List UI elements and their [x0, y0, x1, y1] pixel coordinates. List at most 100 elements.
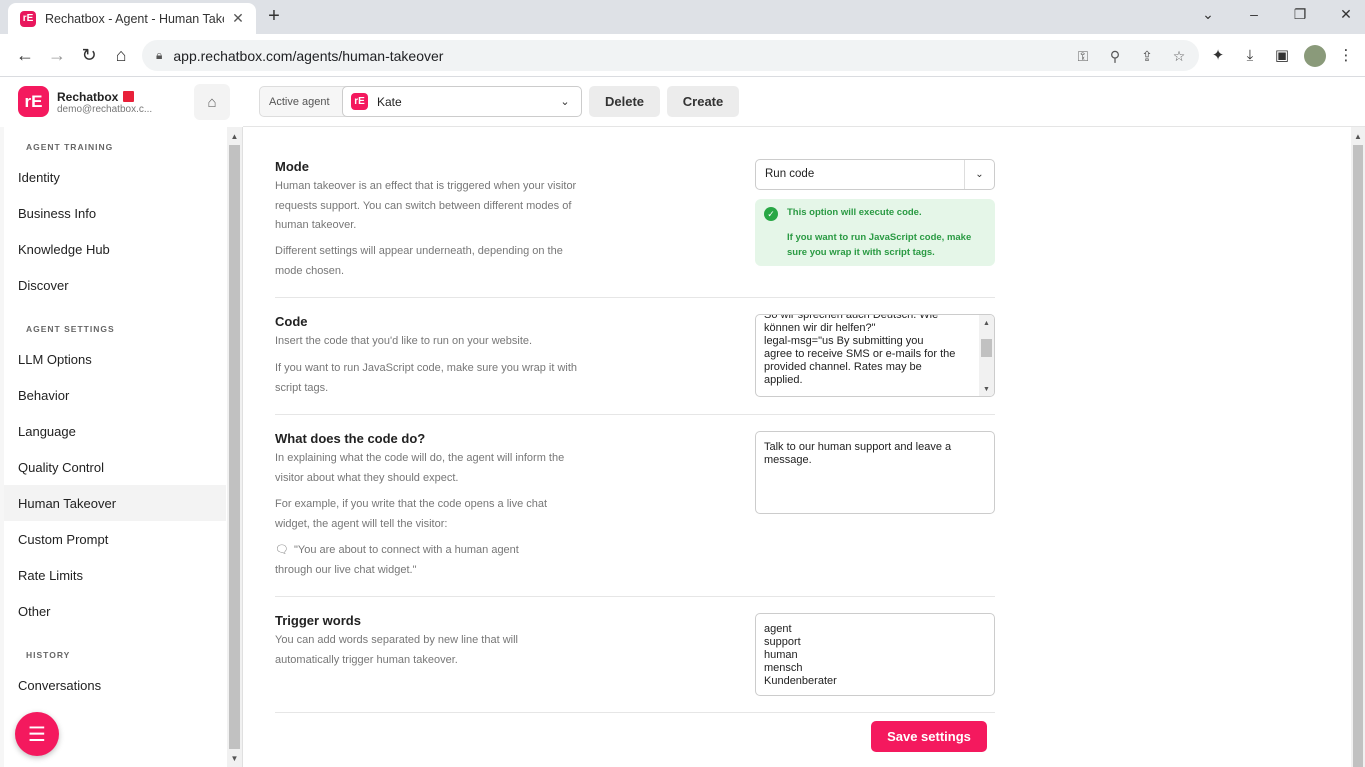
code-value: So wir sprechen auch Deutsch. Wie können… — [764, 314, 956, 386]
section-agent-training: AGENT TRAINING — [26, 142, 114, 152]
divider — [275, 596, 995, 597]
profile-avatar[interactable] — [1304, 45, 1326, 67]
key-icon[interactable]: ⚿ — [1074, 47, 1092, 65]
chrome-menu-icon[interactable]: ⋮ — [1336, 45, 1356, 65]
success-title: This option will execute code. — [787, 207, 922, 218]
tab-title: Rechatbox - Agent - Human Takeover — [45, 11, 224, 26]
close-tab-icon[interactable]: ✕ — [230, 10, 246, 27]
tab-search-chevron-icon[interactable]: ⌄ — [1198, 6, 1218, 23]
sidebar-item-discover[interactable]: Discover — [4, 267, 226, 303]
what-value: Talk to our human support and leave a me… — [764, 441, 952, 466]
trigger-words-value: agent support human mensch Kundenberater — [764, 623, 837, 687]
sidebar-item-other[interactable]: Other — [4, 593, 226, 629]
chevron-down-icon: ⌄ — [964, 160, 994, 189]
code-description-2: If you want to run JavaScript code, make… — [275, 362, 578, 394]
divider — [275, 712, 995, 713]
save-settings-button[interactable]: Save settings — [871, 721, 987, 752]
home-browser-icon[interactable]: ⌂ — [110, 44, 132, 66]
home-icon: ⌂ — [207, 93, 217, 111]
sidebar-item-conversations[interactable]: Conversations — [4, 667, 226, 703]
browser-tab-bar: rE Rechatbox - Agent - Human Takeover ✕ … — [0, 0, 1365, 34]
sidebar-item-llm-options[interactable]: LLM Options — [4, 341, 226, 377]
speech-bubble-icon: 🗨︎ — [275, 544, 289, 556]
browser-tab[interactable]: rE Rechatbox - Agent - Human Takeover ✕ — [8, 3, 256, 34]
mode-description: Human takeover is an effect that is trig… — [275, 180, 577, 231]
trigger-words-textarea[interactable]: agent support human mensch Kundenberater — [755, 613, 995, 696]
sidebar-item-knowledge-hub[interactable]: Knowledge Hub — [4, 231, 226, 267]
forward-icon[interactable]: → — [46, 44, 68, 66]
sidebar-item-behavior[interactable]: Behavior — [4, 377, 226, 413]
sidebar-item-human-takeover[interactable]: Human Takeover — [4, 485, 226, 521]
address-bar[interactable]: 🔒︎ app.rechatbox.com/agents/human-takeov… — [142, 40, 1199, 71]
sidebar-scroll-thumb[interactable] — [229, 145, 240, 749]
section-agent-settings: AGENT SETTINGS — [26, 324, 115, 334]
section-history: HISTORY — [26, 650, 71, 660]
mode-selected-value: Run code — [765, 168, 815, 180]
delete-button[interactable]: Delete — [589, 86, 660, 117]
main-scroll-thumb[interactable] — [1353, 145, 1363, 767]
rechatbox-favicon-icon: rE — [20, 10, 36, 27]
agent-dropdown[interactable]: rE Kate ⌄ — [342, 86, 582, 117]
back-icon[interactable]: ← — [14, 44, 36, 66]
code-description: Insert the code that you'd like to run o… — [275, 335, 533, 347]
main-scrollbar[interactable]: ▲ — [1351, 127, 1365, 767]
download-icon[interactable]: ⤓ — [1240, 45, 1260, 65]
sidebar: AGENT TRAINING Identity Business Info Kn… — [0, 127, 243, 767]
sidebar-item-custom-prompt[interactable]: Custom Prompt — [4, 521, 226, 557]
side-panel-icon[interactable]: ▣ — [1272, 45, 1292, 65]
share-icon[interactable]: ⇪ — [1138, 47, 1156, 65]
extensions-puzzle-icon[interactable]: ✦ — [1208, 45, 1228, 65]
mode-select[interactable]: Run code ⌄ — [755, 159, 995, 190]
home-button[interactable]: ⌂ — [194, 84, 230, 120]
scroll-up-icon[interactable]: ▲ — [227, 129, 242, 143]
divider — [275, 297, 995, 298]
code-textarea[interactable]: So wir sprechen auch Deutsch. Wie können… — [755, 314, 995, 397]
main-scroll-up-icon[interactable]: ▲ — [1351, 129, 1365, 143]
chevron-down-icon: ⌄ — [560, 96, 570, 108]
success-text: If you want to run JavaScript code, make… — [787, 232, 972, 258]
what-textarea[interactable]: Talk to our human support and leave a me… — [755, 431, 995, 514]
brand-name: Rechatbox — [57, 90, 135, 104]
divider — [275, 414, 995, 415]
rechatbox-logo[interactable]: rE — [18, 86, 49, 117]
code-title: Code — [275, 314, 308, 329]
restore-icon[interactable]: ❐ — [1290, 6, 1310, 23]
browser-toolbar: ← → ↻ ⌂ 🔒︎ app.rechatbox.com/agents/huma… — [0, 34, 1365, 77]
new-tab-icon[interactable]: + — [264, 6, 284, 26]
create-button[interactable]: Create — [667, 86, 739, 117]
sidebar-scrollbar[interactable]: ▲ ▼ — [227, 127, 242, 767]
scroll-down-icon[interactable]: ▼ — [227, 751, 242, 765]
active-agent-label: Active agent — [269, 96, 330, 108]
sidebar-header: rE Rechatbox demo@rechatbox.c... ⌂ — [0, 77, 243, 127]
menu-fab-button[interactable]: ☰ — [15, 712, 59, 756]
account-email: demo@rechatbox.c... — [57, 104, 153, 115]
sidebar-item-identity[interactable]: Identity — [4, 159, 226, 195]
sidebar-item-rate-limits[interactable]: Rate Limits — [4, 557, 226, 593]
mode-title: Mode — [275, 159, 309, 174]
what-description-2: For example, if you write that the code … — [275, 498, 548, 530]
active-agent-selector: Active agent rE Kate ⌄ — [259, 86, 582, 117]
trigger-description: You can add words separated by new line … — [275, 634, 518, 666]
sidebar-item-business-info[interactable]: Business Info — [4, 195, 226, 231]
url-text: app.rechatbox.com/agents/human-takeover — [173, 47, 444, 64]
sidebar-item-language[interactable]: Language — [4, 413, 226, 449]
code-scroll-thumb[interactable] — [981, 339, 992, 357]
bookmark-star-icon[interactable]: ☆ — [1170, 47, 1188, 65]
code-scroll-down-icon[interactable]: ▼ — [979, 383, 994, 395]
code-scroll-up-icon[interactable]: ▲ — [979, 317, 994, 329]
mode-success-alert: ✓ This option will execute code. If you … — [755, 199, 995, 266]
minimize-icon[interactable]: – — [1244, 6, 1264, 22]
reload-icon[interactable]: ↻ — [78, 44, 100, 66]
code-scrollbar[interactable]: ▲ ▼ — [979, 315, 994, 396]
hamburger-menu-icon: ☰ — [28, 723, 46, 746]
sidebar-item-quality-control[interactable]: Quality Control — [4, 449, 226, 485]
agent-topbar: Active agent rE Kate ⌄ Delete Create — [243, 77, 1365, 127]
lock-icon: 🔒︎ — [156, 48, 163, 62]
brand-badge-icon — [123, 91, 135, 102]
agent-name: Kate — [377, 95, 402, 109]
agent-avatar-icon: rE — [351, 93, 368, 110]
trigger-title: Trigger words — [275, 613, 361, 628]
close-window-icon[interactable]: ✕ — [1336, 6, 1356, 23]
zoom-icon[interactable]: ⚲ — [1106, 47, 1124, 65]
what-description: In explaining what the code will do, the… — [275, 452, 565, 484]
